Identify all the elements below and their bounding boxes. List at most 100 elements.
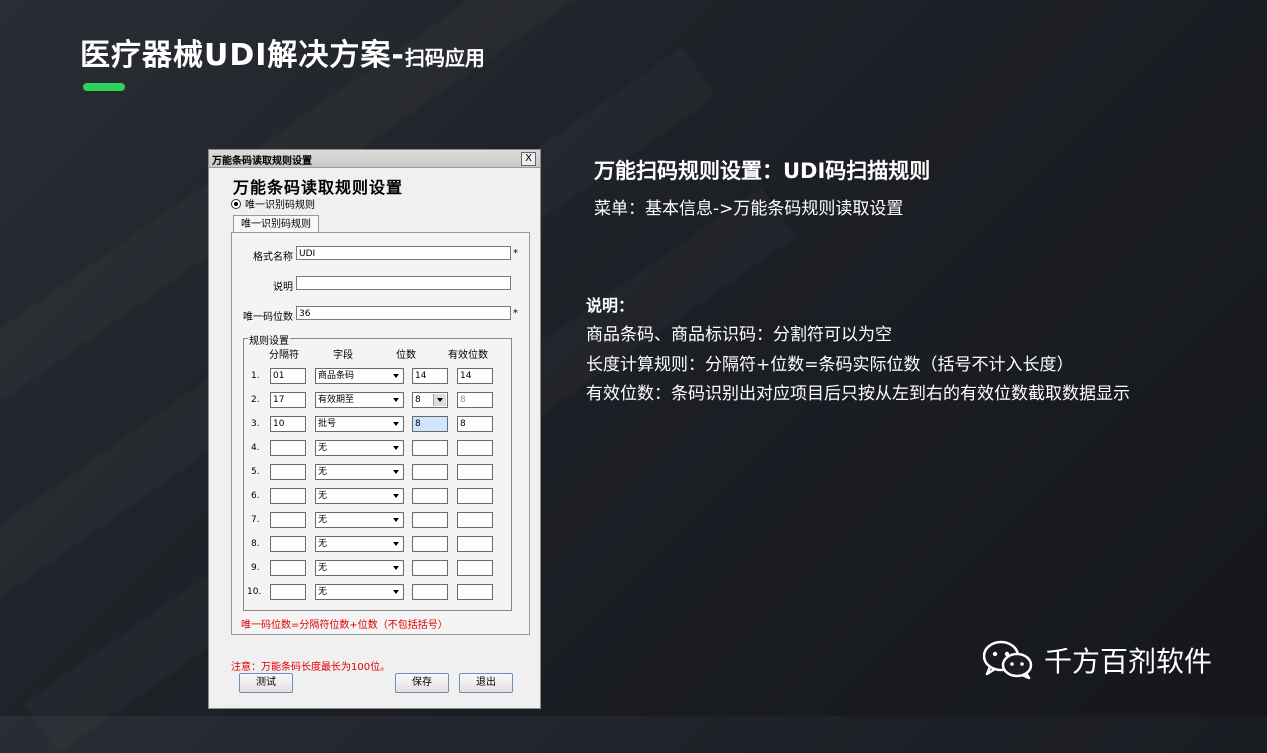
- valid-digits-input[interactable]: 14: [457, 368, 493, 384]
- menu-path: 菜单：基本信息->万能条码规则读取设置: [594, 199, 904, 219]
- valid-digits-input[interactable]: 8: [457, 392, 493, 408]
- digits-input[interactable]: 8: [412, 416, 448, 432]
- field-select[interactable]: 无: [315, 464, 404, 480]
- row-number: 6.: [251, 491, 260, 501]
- unique-digits-field[interactable]: 36: [296, 306, 511, 320]
- digits-select[interactable]: 8: [412, 392, 448, 408]
- row-number: 1.: [251, 371, 260, 381]
- field-select[interactable]: 无: [315, 536, 404, 552]
- unique-code-radio[interactable]: 唯一识别码规则: [231, 196, 315, 211]
- rules-group-label: 规则设置: [248, 332, 290, 347]
- row-number: 8.: [251, 539, 260, 549]
- dialog-titlebar[interactable]: 万能条码读取规则设置 X: [209, 150, 540, 168]
- dialog-window-title: 万能条码读取规则设置: [212, 156, 312, 167]
- field-select-value: 无: [318, 563, 328, 573]
- field-select[interactable]: 商品条码: [315, 368, 404, 384]
- test-button[interactable]: 测试: [239, 673, 293, 693]
- brand-name: 千方百剂软件: [1044, 645, 1213, 678]
- digits-input[interactable]: [412, 488, 448, 504]
- valid-digits-input[interactable]: [457, 536, 493, 552]
- dropdown-arrow-icon[interactable]: [433, 394, 446, 406]
- field-select[interactable]: 批号: [315, 416, 404, 432]
- radio-selected-icon[interactable]: [231, 198, 241, 209]
- format-name-label: 格式名称: [253, 252, 293, 263]
- field-select[interactable]: 无: [315, 512, 404, 528]
- valid-digits-input[interactable]: [457, 440, 493, 456]
- title-accent-bar: [83, 83, 125, 91]
- dialog-heading: 万能条码读取规则设置: [233, 178, 404, 197]
- digits-input[interactable]: [412, 440, 448, 456]
- separator-input[interactable]: 17: [270, 392, 306, 408]
- formula-note: 唯一码位数=分隔符位数+位数（不包括括号）: [241, 620, 448, 631]
- digits-input[interactable]: 14: [412, 368, 448, 384]
- description-label: 说明: [273, 282, 293, 293]
- exit-button[interactable]: 退出: [459, 673, 513, 693]
- header-digits: 位数: [396, 350, 416, 361]
- field-select-value: 无: [318, 587, 328, 597]
- digits-input[interactable]: [412, 464, 448, 480]
- separator-input[interactable]: [270, 536, 306, 552]
- field-select[interactable]: 无: [315, 584, 404, 600]
- field-select[interactable]: 有效期至: [315, 392, 404, 408]
- field-select[interactable]: 无: [315, 440, 404, 456]
- chevron-down-icon: [393, 566, 399, 570]
- description-field[interactable]: [296, 276, 511, 290]
- separator-input[interactable]: 01: [270, 368, 306, 384]
- radio-label: 唯一识别码规则: [245, 200, 315, 211]
- field-select-value: 有效期至: [318, 395, 355, 405]
- valid-digits-input[interactable]: [457, 584, 493, 600]
- footer-note: 注意：万能条码长度最长为100位。: [231, 662, 391, 673]
- note-title: 说明：: [586, 296, 635, 315]
- chevron-down-icon: [393, 374, 399, 378]
- row-number: 9.: [251, 563, 260, 573]
- digits-input[interactable]: [412, 512, 448, 528]
- rule-settings-dialog: 万能条码读取规则设置 X 万能条码读取规则设置 唯一识别码规则 唯一识别码规则 …: [208, 149, 541, 709]
- right-title: 万能扫码规则设置：UDI码扫描规则: [594, 159, 931, 183]
- row-number: 3.: [251, 419, 260, 429]
- format-name-field[interactable]: UDI: [296, 246, 511, 260]
- required-mark: *: [513, 248, 518, 259]
- separator-input[interactable]: [270, 512, 306, 528]
- valid-digits-input[interactable]: [457, 488, 493, 504]
- digits-input[interactable]: [412, 584, 448, 600]
- separator-input[interactable]: [270, 464, 306, 480]
- save-button[interactable]: 保存: [395, 673, 449, 693]
- note-line: 长度计算规则：分隔符+位数=条码实际位数（括号不计入长度）: [586, 355, 1074, 375]
- separator-input[interactable]: [270, 584, 306, 600]
- separator-input[interactable]: 10: [270, 416, 306, 432]
- digits-input[interactable]: [412, 536, 448, 552]
- separator-input[interactable]: [270, 440, 306, 456]
- valid-digits-input[interactable]: [457, 560, 493, 576]
- slide-title-sub: 扫码应用: [404, 46, 485, 70]
- slide-title-main: 医疗器械UDI解决方案-: [80, 38, 405, 73]
- field-select-value: 无: [318, 539, 328, 549]
- header-field: 字段: [333, 350, 353, 361]
- field-select[interactable]: 无: [315, 560, 404, 576]
- field-select-value: 无: [318, 467, 328, 477]
- field-select-value: 商品条码: [318, 371, 355, 381]
- header-separator: 分隔符: [269, 350, 299, 361]
- field-select[interactable]: 无: [315, 488, 404, 504]
- required-mark: *: [513, 308, 518, 319]
- chevron-down-icon: [393, 446, 399, 450]
- valid-digits-input[interactable]: [457, 512, 493, 528]
- field-select-value: 无: [318, 443, 328, 453]
- field-select-value: 批号: [318, 419, 337, 429]
- chevron-down-icon: [393, 470, 399, 474]
- header-valid-digits: 有效位数: [448, 350, 488, 361]
- digits-select-value: 8: [415, 395, 421, 405]
- chevron-down-icon: [393, 590, 399, 594]
- chevron-down-icon: [393, 398, 399, 402]
- tab-unique-code-rules[interactable]: 唯一识别码规则: [233, 215, 319, 233]
- digits-input[interactable]: [412, 560, 448, 576]
- chevron-down-icon: [393, 494, 399, 498]
- close-icon[interactable]: X: [521, 152, 536, 166]
- note-line: 有效位数：条码识别出对应项目后只按从左到右的有效位数截取数据显示: [586, 384, 1130, 404]
- separator-input[interactable]: [270, 488, 306, 504]
- separator-input[interactable]: [270, 560, 306, 576]
- wechat-icon: [982, 640, 1033, 680]
- valid-digits-input[interactable]: [457, 464, 493, 480]
- row-number: 10.: [247, 587, 262, 597]
- slide-title: 医疗器械UDI解决方案-扫码应用: [80, 30, 485, 74]
- valid-digits-input[interactable]: 8: [457, 416, 493, 432]
